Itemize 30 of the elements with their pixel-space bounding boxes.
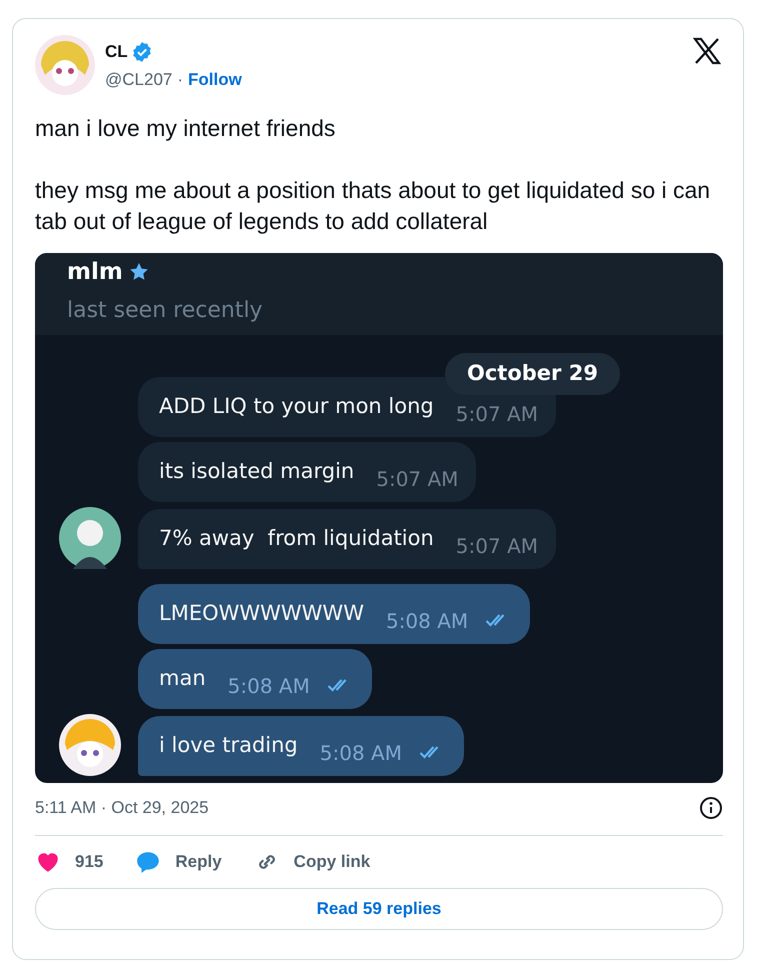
message-text: i love trading [159,732,298,760]
message-text: man [159,665,206,692]
x-logo-icon[interactable] [693,37,721,65]
message-time: 5:07 AM [456,401,538,428]
author-handle[interactable]: @CL207 [105,66,172,92]
date-pill: October 29 [445,353,620,395]
avatar[interactable] [59,507,121,569]
message-text: its isolated margin [159,458,354,486]
message-time: 5:08 AM [386,608,468,635]
copy-action[interactable]: Copy link [254,848,370,874]
follow-link[interactable]: Follow [188,66,242,92]
info-icon[interactable] [699,796,723,820]
separator: · [177,68,184,90]
tweet-text: man i love my internet friends [35,114,336,143]
author-name[interactable]: CL [105,39,128,64]
message-time: 5:07 AM [456,533,538,560]
like-action[interactable]: 915 [35,848,104,874]
message-text: 7% away from liquidation [159,525,434,552]
read-replies-button[interactable]: Read 59 replies [35,888,723,930]
post-timestamp[interactable]: 5:11 AM · Oct 29, 2025 [35,795,209,820]
reply-action[interactable]: Reply [135,848,222,874]
contact-name[interactable]: mlm [67,255,123,290]
message-time: 5:08 AM [320,740,402,767]
last-seen-status: last seen recently [67,296,264,324]
message-text: LMEOWWWWWWW [159,600,364,628]
message-time: 5:07 AM [376,466,458,493]
message-time: 5:08 AM [228,673,310,700]
message-text: ADD LIQ to your mon long [159,393,434,420]
avatar[interactable] [59,714,121,776]
tweet-text: they msg me about a position thats about to get liquidated so i can tab out of league of legends to add collateral [35,176,712,236]
